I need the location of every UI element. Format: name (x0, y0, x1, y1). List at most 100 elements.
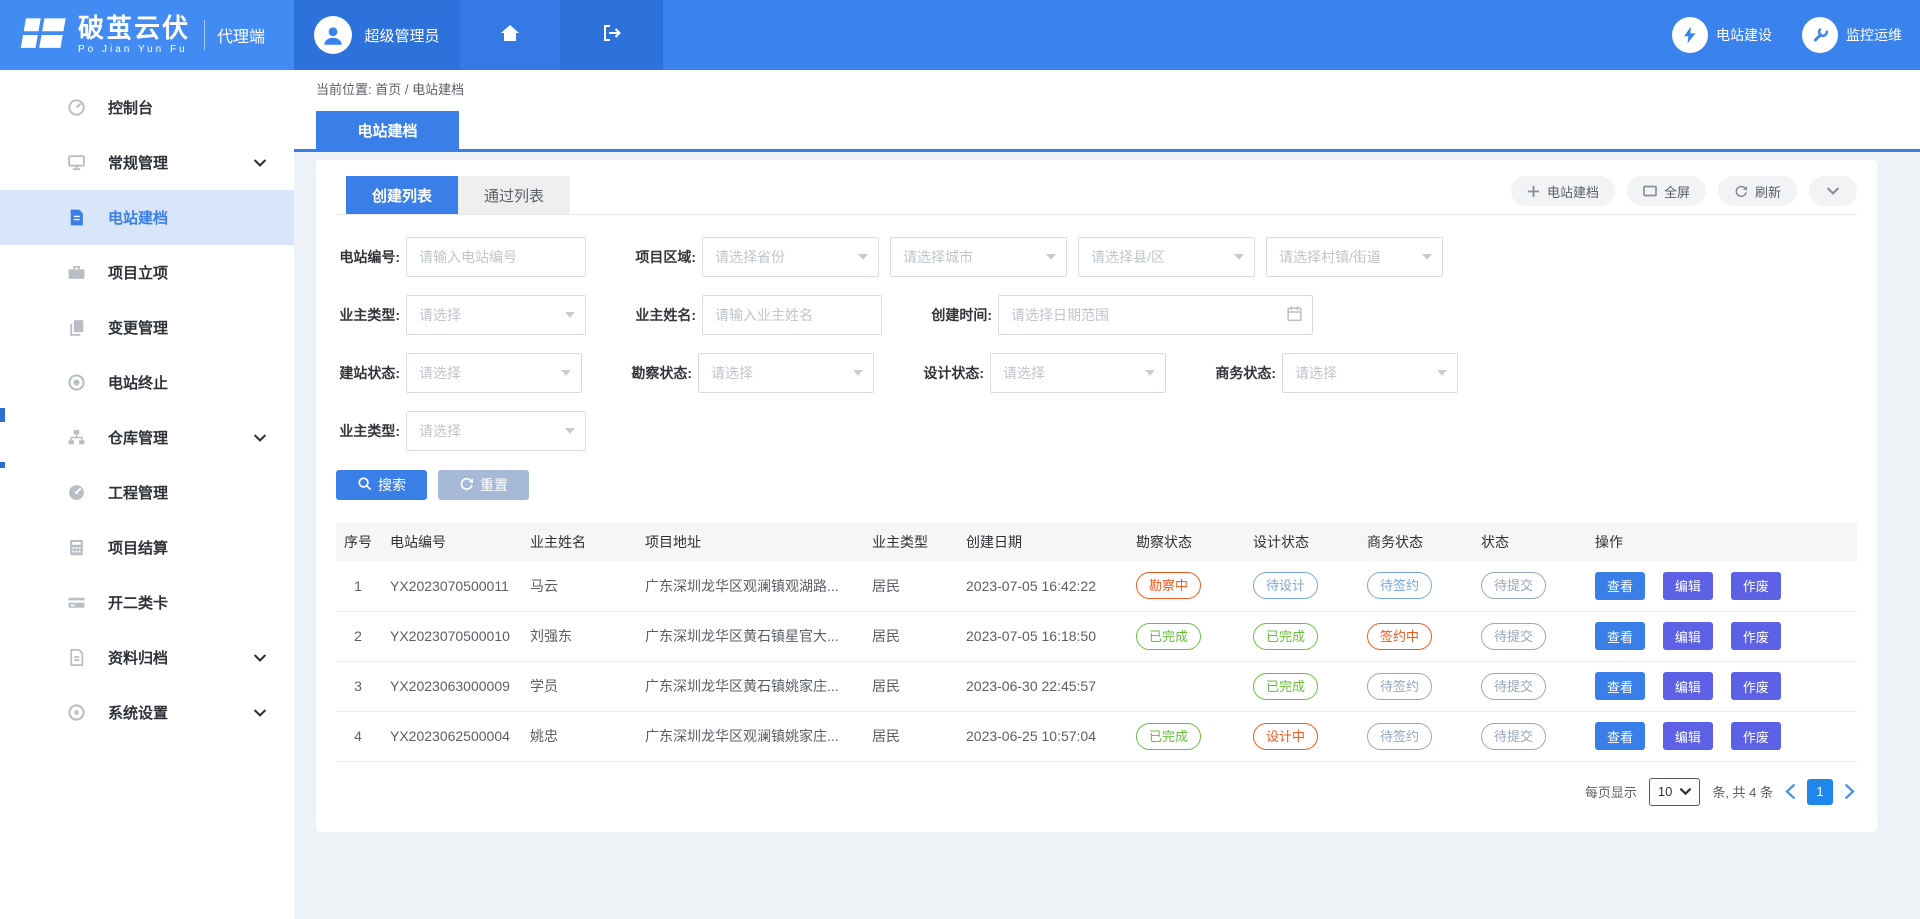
create-station-button[interactable]: 电站建档 (1511, 176, 1615, 206)
edit-button[interactable]: 编辑 (1663, 622, 1713, 650)
void-button[interactable]: 作废 (1731, 572, 1781, 600)
build-status-select[interactable]: 请选择 (406, 353, 582, 393)
card-toolbar: 电站建档 全屏 刷新 (1511, 176, 1857, 214)
collapse-toolbar-button[interactable] (1809, 176, 1857, 206)
dropdown-arrow-icon (1234, 254, 1244, 265)
sidebar-item-project-settlement[interactable]: 项目结算 (0, 520, 294, 575)
tab-create-list[interactable]: 创建列表 (346, 176, 458, 214)
chevron-down-icon (254, 159, 266, 167)
sidebar-item-system-settings[interactable]: 系统设置 (0, 685, 294, 740)
void-button[interactable]: 作废 (1731, 672, 1781, 700)
sidebar-item-data-archive[interactable]: 资料归档 (0, 630, 294, 685)
col-header: 状态 (1471, 523, 1585, 561)
topbar-spacer (663, 0, 1672, 70)
edit-button[interactable]: 编辑 (1663, 572, 1713, 600)
reset-icon (459, 476, 474, 494)
create-time-field-wrap (998, 295, 1313, 335)
owner-name-field-wrap (702, 295, 882, 335)
sidebar-item-station-termination[interactable]: 电站终止 (0, 355, 294, 410)
col-header: 商务状态 (1357, 523, 1471, 561)
search-button[interactable]: 搜索 (336, 470, 427, 500)
status-badge: 勘察中 (1136, 572, 1201, 599)
content-top: 当前位置: 首页 / 电站建档 电站建档 (294, 70, 1920, 152)
edit-button[interactable]: 编辑 (1663, 672, 1713, 700)
owner-type2-label: 业主类型: (336, 421, 400, 441)
survey-status-select[interactable]: 请选择 (698, 353, 874, 393)
monitor-icon (66, 153, 86, 173)
pagination: 每页显示 10 条, 共 4 条 1 (336, 778, 1857, 806)
quick-links: 电站建设 监控运维 (1672, 0, 1920, 70)
breadcrumb-prefix: 当前位置: (316, 82, 372, 97)
table-row: 4 YX2023062500004 姚忠 广东深圳龙华区观澜镇姚家庄... 居民… (336, 711, 1857, 761)
logout-button[interactable] (560, 0, 663, 70)
sidebar-item-console[interactable]: 控制台 (0, 80, 294, 135)
view-button[interactable]: 查看 (1595, 722, 1645, 750)
sidebar-item-class2-card[interactable]: 开二类卡 (0, 575, 294, 630)
page-tab-station-filing[interactable]: 电站建档 (316, 111, 459, 149)
chevron-down-icon (1680, 788, 1691, 795)
owner-type-label: 业主类型: (336, 305, 400, 325)
business-status-select[interactable]: 请选择 (1282, 353, 1458, 393)
page-size-select[interactable]: 10 (1649, 778, 1700, 806)
speedometer-icon (66, 98, 86, 118)
search-icon (357, 476, 372, 494)
tab-passed-list[interactable]: 通过列表 (458, 176, 570, 214)
quick-link-station-build[interactable]: 电站建设 (1672, 17, 1772, 53)
sidebar-item-station-filing[interactable]: 电站建档 (0, 190, 294, 245)
view-button[interactable]: 查看 (1595, 622, 1645, 650)
page-number-button[interactable]: 1 (1807, 779, 1833, 805)
sidebar-item-change-mgmt[interactable]: 变更管理 (0, 300, 294, 355)
next-page-button[interactable] (1845, 784, 1855, 799)
edit-button[interactable]: 编辑 (1663, 722, 1713, 750)
reset-button[interactable]: 重置 (438, 470, 529, 500)
station-code-input[interactable] (406, 237, 586, 277)
design-status-select[interactable]: 请选择 (990, 353, 1166, 393)
home-button[interactable] (460, 0, 560, 70)
bolt-icon (1672, 17, 1708, 53)
sidebar-item-general-mgmt[interactable]: 常规管理 (0, 135, 294, 190)
col-header: 勘察状态 (1126, 523, 1243, 561)
filter-form: 电站编号: 项目区域: 请选择省份 请选择城市 请选择县/区 请选择村镇/街道 … (336, 237, 1857, 500)
status-badge: 已完成 (1136, 623, 1201, 650)
sidebar-item-warehouse-mgmt[interactable]: 仓库管理 (0, 410, 294, 465)
town-select[interactable]: 请选择村镇/街道 (1266, 237, 1443, 277)
sidebar-item-engineering-mgmt[interactable]: 工程管理 (0, 465, 294, 520)
create-time-input[interactable] (998, 295, 1313, 335)
fullscreen-button[interactable]: 全屏 (1627, 176, 1706, 206)
city-select[interactable]: 请选择城市 (890, 237, 1067, 277)
dropdown-arrow-icon (1145, 370, 1155, 381)
status-badge: 签约中 (1367, 623, 1432, 650)
owner-type2-select[interactable]: 请选择 (406, 411, 586, 451)
col-header: 业主类型 (862, 523, 956, 561)
business-status-label: 商务状态: (1212, 363, 1276, 383)
table-header-row: 序号 电站编号 业主姓名 项目地址 业主类型 创建日期 勘察状态 设计状态 商务… (336, 523, 1857, 561)
user-block[interactable]: 超级管理员 (294, 0, 460, 70)
status-badge: 已完成 (1136, 723, 1201, 750)
filter-row-3: 建站状态: 请选择 勘察状态: 请选择 设计状态: 请选择 商务状态: 请选择 (336, 353, 1857, 393)
document-icon (66, 208, 86, 228)
status-badge: 待提交 (1481, 673, 1546, 700)
wrench-icon (1802, 17, 1838, 53)
void-button[interactable]: 作废 (1731, 622, 1781, 650)
owner-name-input[interactable] (702, 295, 882, 335)
logo-icon (20, 14, 68, 56)
refresh-icon (1734, 184, 1748, 198)
station-code-label: 电站编号: (336, 247, 400, 267)
owner-type-select[interactable]: 请选择 (406, 295, 586, 335)
view-button[interactable]: 查看 (1595, 672, 1645, 700)
prev-page-button[interactable] (1785, 784, 1795, 799)
view-button[interactable]: 查看 (1595, 572, 1645, 600)
sidebar-item-project-approval[interactable]: 项目立项 (0, 245, 294, 300)
province-select[interactable]: 请选择省份 (702, 237, 879, 277)
gauge-icon (66, 483, 86, 503)
refresh-button[interactable]: 刷新 (1718, 176, 1797, 206)
file-icon (66, 648, 86, 668)
station-table: 序号 电站编号 业主姓名 项目地址 业主类型 创建日期 勘察状态 设计状态 商务… (336, 523, 1857, 762)
quick-link-monitor-ops[interactable]: 监控运维 (1802, 17, 1902, 53)
county-select[interactable]: 请选择县/区 (1078, 237, 1255, 277)
app-root: 破茧云伏 Po Jian Yun Fu 代理端 超级管理员 (0, 0, 1920, 919)
status-badge: 待签约 (1367, 572, 1432, 599)
dropdown-arrow-icon (561, 370, 571, 381)
void-button[interactable]: 作废 (1731, 722, 1781, 750)
status-badge: 待签约 (1367, 723, 1432, 750)
